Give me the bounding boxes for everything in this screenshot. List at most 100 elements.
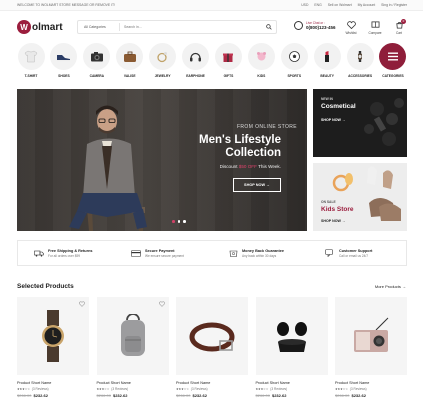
product-price: $266.00 $232.62 [256,393,328,398]
product-price: $266.00 $232.62 [97,393,169,398]
product-card[interactable]: Product Short Name ★★★☆☆ (3 Reviews) $266… [255,297,328,398]
feature-sub: For all orders over $99 [48,253,81,258]
product-card[interactable]: Product Short Name ★★★☆☆ (3 Reviews) $266… [96,297,169,398]
phone-icon [294,21,303,30]
wishlist-button[interactable]: Wishlist [344,21,358,35]
category-camera[interactable]: CAMERA [83,43,111,78]
category-label: CATEGORIES [382,74,404,78]
search-icon[interactable] [262,24,276,30]
new-price: $232.62 [112,393,128,398]
slider-dot[interactable] [172,220,175,223]
product-rating: ★★★☆☆ (3 Reviews) [97,387,169,391]
product-price: $266.00 $232.62 [335,393,407,398]
review-count: (3 Reviews) [190,387,208,391]
hero-shop-now-button[interactable]: SHOP NOW → [233,178,281,192]
banner-kids-store[interactable]: ON SALE Kids Store SHOP NOW → [313,163,407,231]
category-gifts[interactable]: GIFTS [214,43,242,78]
feature-title: Free Shipping & Returns [48,248,93,253]
category-all[interactable]: CATEGORIES [379,43,407,78]
star-rating: ★★★☆☆ [335,387,348,391]
banner-kicker: ON SALE [321,200,336,204]
product-rating: ★★★☆☆ (3 Reviews) [17,387,89,391]
new-price: $232.62 [271,393,287,398]
hero-slider[interactable]: FROM ONLINE STORE Men's Lifestyle Collec… [17,89,307,231]
language-select[interactable]: ENG [314,3,321,7]
top-bar: WELCOME TO WOLMART STORE MESSAGE OR REMO… [0,0,423,11]
product-image[interactable] [255,297,328,375]
banner-shop-now-button[interactable]: SHOP NOW → [321,118,346,122]
feature-title: Money Back Guarantee [242,248,284,253]
beauty-icon [313,43,341,70]
wishlist-icon[interactable] [79,301,85,307]
slider-dot[interactable] [183,220,186,223]
product-name[interactable]: Product Short Name [335,381,407,385]
live-chat[interactable]: Live Chat or : 0(800)123-456 [294,21,336,30]
product-card[interactable]: Product Short Name ★★★☆☆ (3 Reviews) $266… [17,297,89,398]
search-category-select[interactable]: All Categories [78,23,120,31]
phone-number: 0(800)123-456 [306,25,336,30]
product-name[interactable]: Product Short Name [17,381,89,385]
product-name[interactable]: Product Short Name [176,381,248,385]
heart-icon [346,21,356,29]
product-image[interactable] [96,297,169,375]
product-name[interactable]: Product Short Name [97,381,169,385]
top-bar-links: USD ENG Sell on Wolmart My Account Sing … [301,3,407,7]
radio-icon [354,317,389,352]
shoe-icon [50,43,78,70]
product-image[interactable] [176,297,248,375]
category-label: KIDS [257,74,266,78]
star-rating: ★★★☆☆ [17,387,30,391]
category-label: VALISE [123,74,136,78]
category-sports[interactable]: SPORTS [280,43,308,78]
category-shoes[interactable]: SHOES [50,43,78,78]
product-card[interactable]: Product Short Name ★★★☆☆ (3 Reviews) $266… [176,297,248,398]
cart-button[interactable]: 0 Cart [392,19,406,35]
product-image[interactable] [17,297,89,375]
feature-sub: We ensure secure payment [145,253,184,258]
product-image[interactable] [335,297,407,375]
signin-link[interactable]: Sing in / Register [381,3,407,7]
feature-sub: Call or email us 24/7 [339,253,369,258]
category-accessories[interactable]: ACCESSORIES [346,43,374,78]
product-rating: ★★★☆☆ (3 Reviews) [256,387,328,391]
earphone-icon [182,43,210,70]
category-valise[interactable]: VALISE [116,43,144,78]
discount-price: $50 OFF [238,164,257,169]
logo[interactable]: W olmart [17,20,63,34]
old-price: $266.00 [176,393,191,398]
category-tshirt[interactable]: T-SHIRT [17,43,45,78]
category-strip: T-SHIRT SHOES CAMERA VALISE JEWELRY EARP… [17,43,407,78]
accessories-icon [346,43,374,70]
product-card[interactable]: Product Short Name ★★★☆☆ (3 Reviews) $266… [335,297,407,398]
wishlist-icon[interactable] [158,301,165,307]
search-bar: All Categories [77,20,277,34]
sell-link[interactable]: Sell on Wolmart [328,3,352,7]
more-products-link[interactable]: More Products → [375,284,406,289]
category-jewelry[interactable]: JEWELRY [149,43,177,78]
banner-title: Kids Store [321,206,354,213]
product-name[interactable]: Product Short Name [256,381,328,385]
hero-title-line1: Men's Lifestyle [199,134,281,146]
my-account-link[interactable]: My Account [358,3,376,7]
new-price: $232.62 [192,393,207,398]
gift-icon [214,43,242,70]
truck-icon [34,249,44,257]
banner-title: Cosmetical [321,103,356,110]
category-beauty[interactable]: BEAUTY [313,43,341,78]
category-kids[interactable]: KIDS [247,43,275,78]
compare-button[interactable]: Compare [368,21,382,35]
new-price: $232.62 [351,393,366,398]
sports-icon [280,43,308,70]
cart-label: Cart [395,31,403,35]
logo-text: olmart [32,21,63,33]
banner-shop-now-button[interactable]: SHOP NOW → [321,219,346,223]
category-earphone[interactable]: EARPHONE [182,43,210,78]
banner-cosmetical[interactable]: NEW IN Cosmetical SHOP NOW → [313,89,407,157]
star-rating: ★★★☆☆ [176,387,189,391]
camera-icon [83,43,111,70]
cart-count-badge: 0 [401,19,406,24]
slider-dot[interactable] [177,220,180,223]
hero-title-line2: Collection [225,147,281,159]
currency-select[interactable]: USD [301,3,308,7]
search-input[interactable] [120,25,262,29]
